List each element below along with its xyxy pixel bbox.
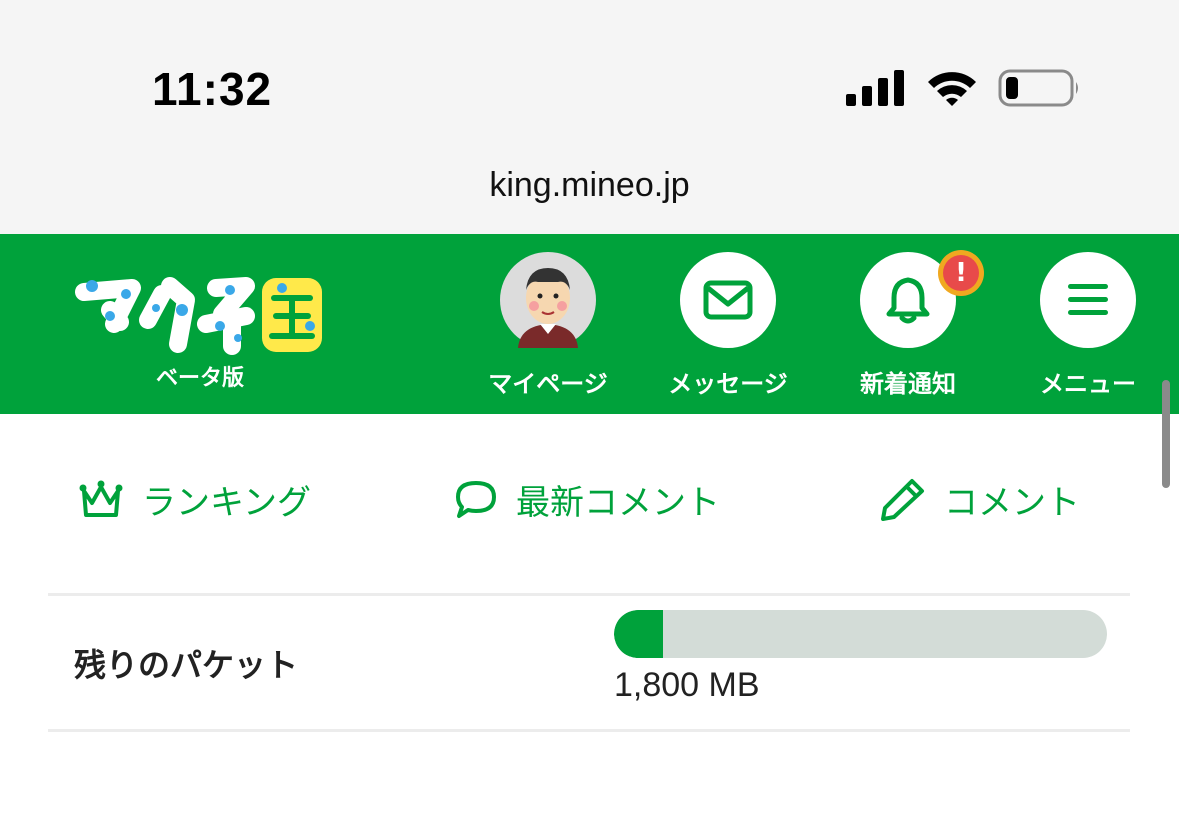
hamburger-icon	[1068, 284, 1108, 315]
packet-value: 1,800 MB	[614, 666, 760, 704]
nav-messages[interactable]: メッセージ	[638, 252, 818, 412]
subnav-comment[interactable]: コメント	[880, 476, 1080, 523]
notification-badge-text: !	[943, 255, 979, 291]
site-logo[interactable]	[70, 264, 330, 364]
nav-menu-label: メニュー	[1040, 370, 1136, 398]
speech-bubble-icon	[456, 481, 496, 518]
divider-bottom	[48, 729, 1130, 732]
nav-mypage[interactable]: マイページ	[458, 252, 638, 412]
envelope-icon	[703, 280, 753, 320]
nav-notifications-label: 新着通知	[860, 370, 956, 398]
beta-label: ベータ版	[155, 366, 244, 391]
menu-button[interactable]	[1040, 252, 1136, 348]
wifi-icon	[928, 72, 976, 106]
subnav-ranking[interactable]: ランキング	[78, 476, 311, 523]
avatar[interactable]	[500, 252, 596, 348]
pencil-icon	[881, 479, 924, 521]
avatar-icon	[502, 254, 594, 348]
bell-icon	[886, 277, 930, 324]
nav-mypage-label: マイページ	[488, 370, 608, 398]
messages-button[interactable]	[680, 252, 776, 348]
url-text[interactable]: king.mineo.jp	[0, 166, 1179, 205]
subnav-comment-label: コメント	[944, 482, 1080, 523]
nav-menu[interactable]: メニュー	[998, 252, 1178, 412]
packet-label: 残りのパケット	[74, 646, 299, 684]
clock: 11:32	[152, 63, 273, 115]
divider-top	[48, 593, 1130, 596]
crown-icon	[79, 480, 123, 517]
sub-navigation: ランキング 最新コメント コメント	[0, 414, 1179, 594]
subnav-latest-comments-label: 最新コメント	[516, 482, 720, 523]
packet-progress-bar	[614, 610, 1107, 658]
cellular-signal-icon	[846, 70, 904, 106]
address-bar[interactable]: king.mineo.jp	[0, 150, 1179, 234]
status-bar: 11:32	[0, 0, 1179, 150]
subnav-ranking-label: ランキング	[142, 482, 311, 523]
site-header: ベータ版 マイページ メッセージ ! 新着通知 メニュー	[0, 234, 1179, 414]
packet-progress-fill	[614, 610, 663, 658]
nav-messages-label: メッセージ	[668, 370, 788, 398]
notification-badge: !	[938, 250, 984, 296]
subnav-latest-comments[interactable]: 最新コメント	[454, 476, 720, 523]
nav-notifications[interactable]: ! 新着通知	[818, 250, 998, 412]
battery-icon	[998, 69, 1078, 107]
